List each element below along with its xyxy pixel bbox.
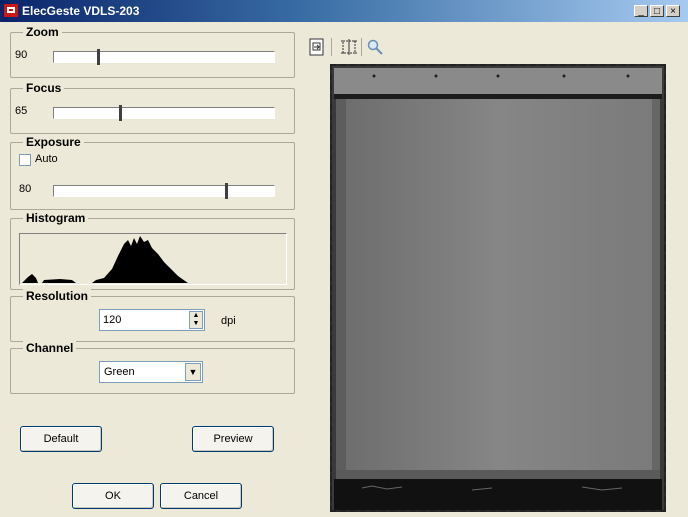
auto-exposure-checkbox[interactable] bbox=[19, 154, 31, 166]
resolution-label: Resolution bbox=[23, 289, 91, 303]
title-bar[interactable]: ElecGeste VDLS-203 _ □ × bbox=[0, 0, 688, 22]
resolution-unit: dpi bbox=[221, 315, 236, 327]
toolbar-separator bbox=[361, 38, 362, 56]
app-icon bbox=[4, 4, 18, 17]
exposure-slider[interactable] bbox=[53, 183, 275, 199]
spin-arrows-icon[interactable]: ▲ ▼ bbox=[189, 311, 203, 329]
exposure-value: 80 bbox=[19, 183, 32, 195]
chevron-down-icon[interactable]: ▼ bbox=[185, 363, 201, 381]
exposure-group: Exposure Auto 80 bbox=[10, 135, 295, 210]
zoom-value: 90 bbox=[15, 49, 28, 61]
histogram-label: Histogram bbox=[23, 211, 89, 225]
zoom-slider-thumb[interactable] bbox=[97, 49, 100, 65]
focus-value: 65 bbox=[15, 105, 28, 117]
window-title: ElecGeste VDLS-203 bbox=[22, 4, 140, 18]
minimize-button[interactable]: _ bbox=[634, 5, 648, 17]
focus-group: Focus 65 bbox=[10, 81, 295, 134]
scanned-plate-image bbox=[332, 66, 664, 510]
channel-label: Channel bbox=[23, 341, 77, 355]
preview-panel bbox=[300, 22, 688, 517]
exposure-slider-thumb[interactable] bbox=[225, 183, 228, 199]
exposure-label: Exposure bbox=[23, 135, 84, 149]
histogram-graph bbox=[22, 236, 188, 283]
ok-button[interactable]: OK bbox=[72, 483, 154, 509]
preview-button[interactable]: Preview bbox=[192, 426, 274, 452]
crop-select-icon[interactable] bbox=[340, 38, 358, 56]
auto-exposure-label: Auto bbox=[35, 153, 58, 165]
histogram-group: Histogram bbox=[10, 211, 295, 290]
default-button[interactable]: Default bbox=[20, 426, 102, 452]
zoom-group: Zoom 90 bbox=[10, 25, 295, 78]
close-button[interactable]: × bbox=[666, 5, 680, 17]
channel-group: Channel Green ▼ bbox=[10, 341, 295, 394]
channel-select[interactable]: Green ▼ bbox=[99, 361, 203, 383]
scan-preview[interactable] bbox=[330, 64, 666, 512]
zoom-slider[interactable] bbox=[53, 49, 275, 65]
channel-selected-value: Green bbox=[104, 366, 135, 378]
toolbar-separator bbox=[331, 38, 332, 56]
magnifier-icon[interactable] bbox=[366, 38, 384, 56]
focus-slider[interactable] bbox=[53, 105, 275, 121]
zoom-label: Zoom bbox=[23, 25, 62, 39]
cancel-button[interactable]: Cancel bbox=[160, 483, 242, 509]
maximize-button[interactable]: □ bbox=[650, 5, 664, 17]
focus-slider-thumb[interactable] bbox=[119, 105, 122, 121]
fit-page-icon[interactable] bbox=[308, 38, 326, 56]
histogram-chart bbox=[19, 233, 287, 285]
resolution-value: 120 bbox=[103, 314, 122, 326]
controls-panel: Zoom 90 Focus 65 Exposure Auto 80 Histog… bbox=[0, 22, 300, 517]
resolution-group: Resolution 120 ▲ ▼ dpi bbox=[10, 289, 295, 342]
focus-label: Focus bbox=[23, 81, 65, 95]
resolution-spinner[interactable]: 120 ▲ ▼ bbox=[99, 309, 205, 331]
